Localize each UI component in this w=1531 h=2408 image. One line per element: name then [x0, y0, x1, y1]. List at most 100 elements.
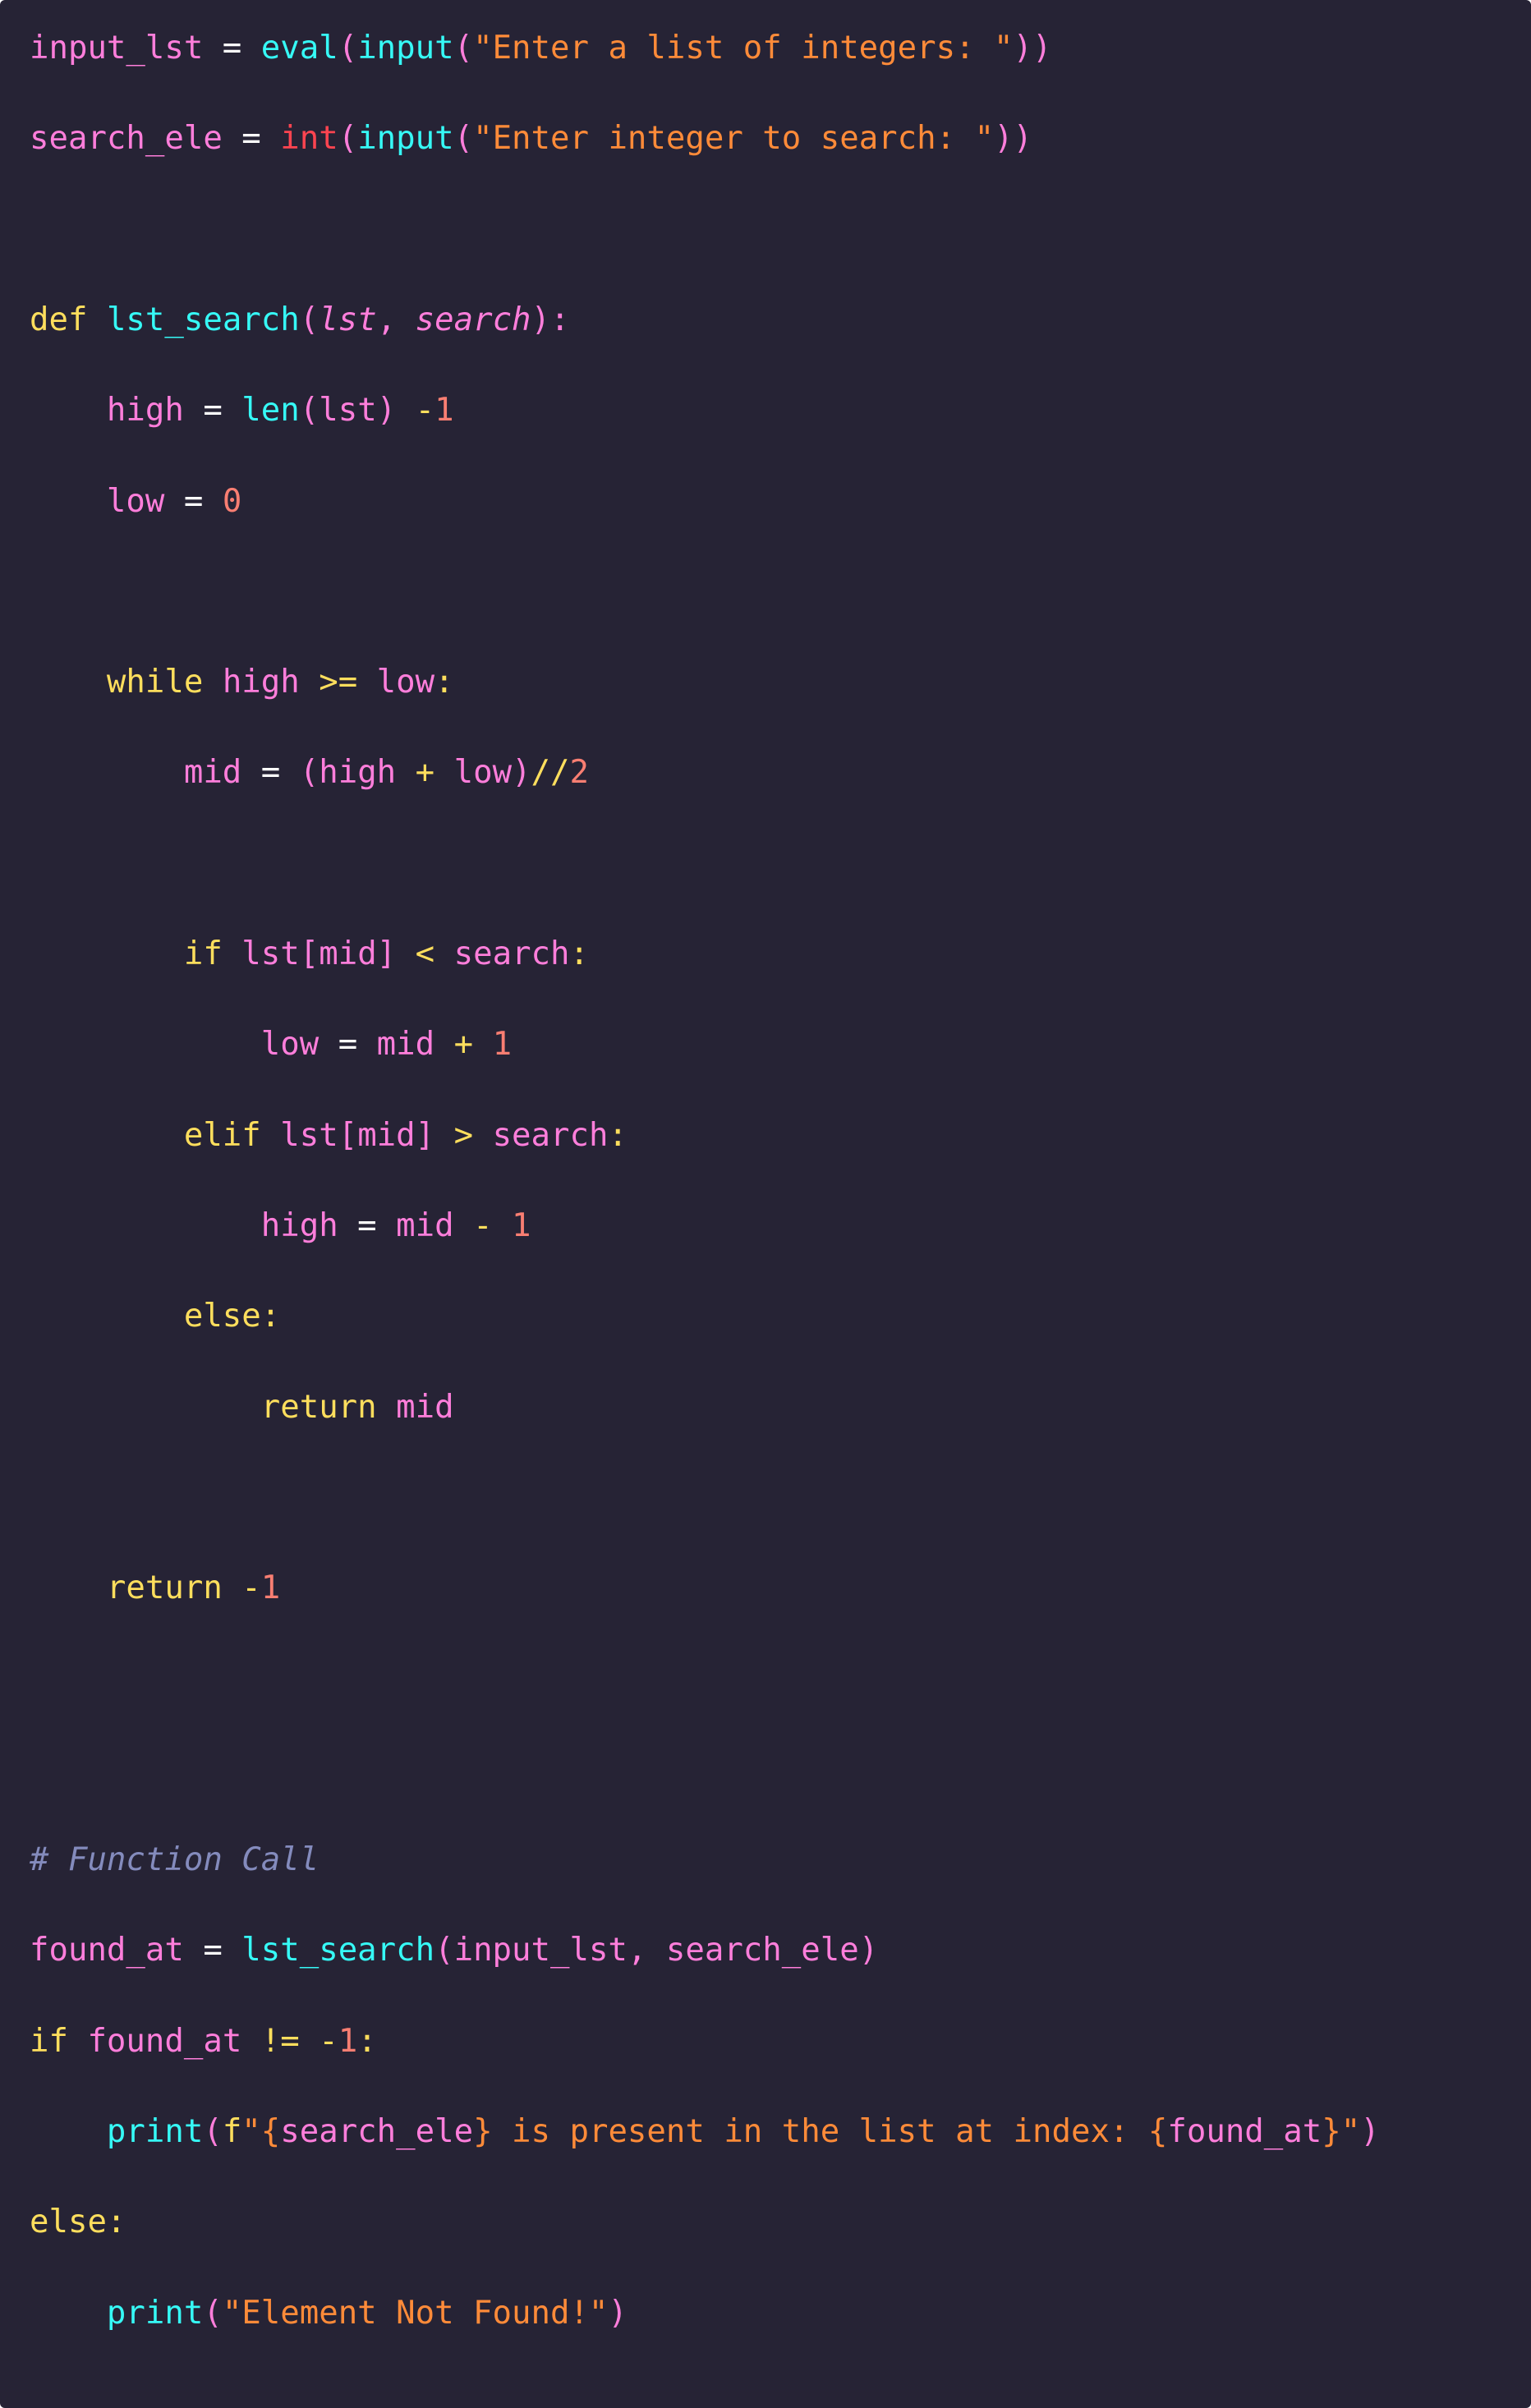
code-line: else:	[30, 2198, 126, 2247]
code-token: [	[338, 1116, 358, 1154]
code-token: -	[319, 2022, 338, 2060]
code-token: mid	[396, 1206, 454, 1244]
code-line: elif lst[mid] > search:	[30, 1111, 628, 1160]
code-token: !=	[241, 2022, 320, 2060]
code-token: >	[434, 1116, 493, 1154]
code-line: else:	[30, 1292, 280, 1341]
code-token: {	[1147, 2112, 1168, 2150]
code-line: input_lst = eval(input("Enter a list of …	[30, 24, 1052, 73]
code-line: while high >= low:	[30, 658, 454, 707]
code-line: if lst[mid] < search:	[30, 930, 589, 979]
code-token: eval	[260, 30, 338, 67]
code-token: (	[203, 2294, 223, 2332]
code-token: )	[608, 2294, 628, 2332]
code-token: def	[30, 301, 88, 338]
code-token: =	[338, 1206, 397, 1244]
code-line: print("Element Not Found!")	[30, 2289, 628, 2338]
code-token: (	[453, 120, 474, 158]
code-token: <	[396, 935, 454, 972]
code-token: -	[396, 392, 435, 430]
code-token: search_ele	[665, 1932, 859, 1969]
code-token: =	[222, 120, 281, 158]
code-token: 1	[338, 2022, 358, 2060]
code-token: 2	[569, 754, 589, 792]
code-token: )	[512, 754, 531, 792]
code-token: mid	[183, 754, 242, 792]
code-token: mid	[396, 1388, 454, 1426]
code-token: =	[164, 482, 223, 520]
code-token: low	[106, 482, 165, 520]
code-token: found_at	[30, 1932, 184, 1969]
code-token: if	[30, 2022, 68, 2060]
code-token: 1	[434, 392, 454, 430]
code-token: high	[222, 664, 300, 701]
code-token: search_ele	[30, 120, 223, 158]
code-token: (	[338, 30, 358, 67]
code-line: mid = (high + low)//2	[30, 748, 589, 797]
code-token: ))	[1013, 30, 1052, 67]
code-line: if found_at != -1:	[30, 2017, 377, 2066]
code-token: lst	[319, 301, 377, 338]
code-token: search	[415, 301, 531, 338]
code-token: =	[203, 30, 261, 67]
code-token: lst	[280, 1116, 338, 1154]
code-token: lst	[319, 392, 377, 430]
code-token: lst_search	[241, 1932, 435, 1969]
code-token: :	[106, 2204, 126, 2241]
code-token: low	[376, 664, 435, 701]
code-token: (	[299, 392, 320, 430]
code-line: high = mid - 1	[30, 1202, 531, 1251]
code-token: =	[183, 1932, 242, 1969]
code-token: while	[106, 664, 204, 701]
code-token: "	[241, 2112, 261, 2150]
code-line: high = len(lst) -1	[30, 386, 454, 435]
code-token: low	[453, 754, 513, 792]
code-token: (	[299, 301, 320, 338]
code-token: 1	[260, 1569, 281, 1607]
code-token: (	[338, 120, 358, 158]
code-editor[interactable]: input_lst = eval(input("Enter a list of …	[0, 0, 1531, 2408]
code-token: is present in the list at index:	[492, 2112, 1148, 2150]
code-token: search	[453, 935, 570, 972]
code-line: search_ele = int(input("Enter integer to…	[30, 114, 1032, 163]
code-token: print	[106, 2294, 204, 2332]
code-token: (	[453, 30, 474, 67]
code-token: mid	[357, 1116, 416, 1154]
code-token: "Enter a list of integers: "	[473, 30, 1014, 67]
code-token: mid	[319, 935, 377, 972]
code-token: "Element Not Found!"	[222, 2294, 609, 2332]
code-token: )	[376, 392, 397, 430]
code-token: input	[357, 120, 454, 158]
code-token: ]	[376, 935, 397, 972]
code-token: )	[1360, 2112, 1380, 2150]
code-token: int	[280, 120, 338, 158]
code-token: +	[396, 754, 454, 792]
code-token: input	[357, 30, 454, 67]
code-token: +	[434, 1026, 493, 1064]
code-token: found_at	[1167, 2112, 1322, 2150]
code-token: # Function Call	[30, 1841, 320, 1878]
code-token: :	[357, 2022, 377, 2060]
code-token: else	[183, 1298, 261, 1335]
code-token: else	[30, 2204, 107, 2241]
code-token: high	[106, 392, 184, 430]
code-token: input_lst	[30, 30, 204, 67]
code-line: low = mid + 1	[30, 1020, 512, 1069]
code-token: ,	[376, 301, 416, 338]
code-token: (	[299, 754, 320, 792]
code-token: return	[106, 1569, 223, 1607]
code-line: low = 0	[30, 477, 241, 526]
code-line: def lst_search(lst, search):	[30, 296, 570, 345]
code-token: (	[434, 1932, 454, 1969]
